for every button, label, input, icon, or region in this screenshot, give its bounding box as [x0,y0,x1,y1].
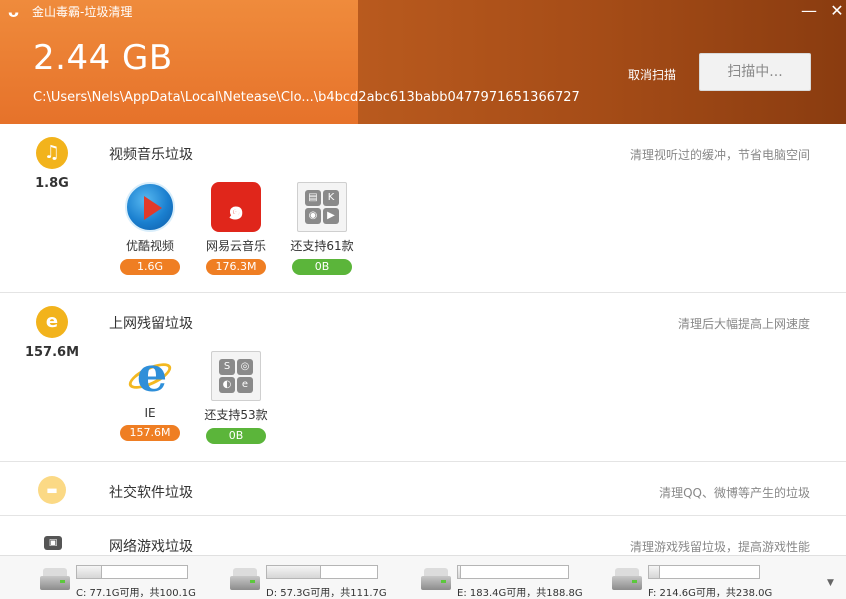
section-description: 清理QQ、微博等产生的垃圾 [659,486,810,500]
drive-usage-bar [457,565,569,579]
app-name: 还支持53款 [204,408,268,422]
app-item-ie[interactable]: e IE 157.6M [114,347,186,441]
app-name: IE [144,406,156,420]
app-size-badge: 176.3M [206,259,266,275]
hard-drive-icon [421,564,451,592]
section-video-music: ♫ 1.8G 视频音乐垃圾 清理视听过的缓冲，节省电脑空间 优酷视频 1.6G … [0,124,846,293]
app-logo-icon: ᴗ [8,2,19,21]
drive-usage-bar [648,565,760,579]
section-description: 清理视听过的缓冲，节省电脑空间 [629,148,810,162]
drive-label: E: 183.4G可用，共188.8G [457,588,583,599]
section-title: 上网残留垃圾 [109,316,193,332]
section-web-residue: e 157.6M 上网残留垃圾 清理后大幅提高上网速度 e IE 157.6M … [0,293,846,462]
scanning-button[interactable]: 扫描中... [699,53,811,91]
ie-icon: e [125,347,175,403]
app-item-more-web[interactable]: S ◎ ◐ e 还支持53款 0B [200,351,272,444]
header-panel: ᴗ 金山毒霸-垃圾清理 — ✕ 2.44 GB C:\Users\Nels\Ap… [0,0,846,124]
browser-icon: e [36,306,68,338]
app-item-more-video[interactable]: ▤ K ◉ ▶ 还支持61款 0B [286,182,358,275]
section-title: 网络游戏垃圾 [109,539,193,555]
youku-icon [125,182,175,232]
hard-drive-icon [612,564,642,592]
section-total-size: 1.8G [35,176,69,191]
section-total-size: 157.6M [24,345,80,360]
drive-label: D: 57.3G可用，共111.7G [266,588,387,599]
app-name: 还支持61款 [290,239,354,253]
window-title: 金山毒霸-垃圾清理 [32,5,133,19]
more-apps-icon: ▤ K ◉ ▶ [297,182,347,232]
section-title: 视频音乐垃圾 [109,147,193,163]
scroll-down-arrow-icon[interactable]: ▼ [827,578,834,588]
section-description: 清理游戏残留垃圾，提高游戏性能 [629,540,810,554]
chat-icon: ▬ [38,476,66,504]
app-item-netease-music[interactable]: ๑ 网易云音乐 176.3M [200,182,272,275]
gamepad-icon: ▣ [44,536,62,550]
current-scan-path: C:\Users\Nels\AppData\Local\Netease\Clo.… [33,90,580,105]
drive-usage-fill [649,566,660,578]
app-size-badge: 0B [292,259,352,275]
drive-label: F: 214.6G可用，共238.0G [648,588,773,599]
more-apps-icon: S ◎ ◐ e [211,351,261,401]
drive-usage-bar [266,565,378,579]
hard-drive-icon [40,564,70,592]
section-social: ▬ 社交软件垃圾 清理QQ、微博等产生的垃圾 [0,462,846,516]
total-junk-size: 2.44 GB [33,38,173,78]
drive-usage-fill [267,566,321,578]
minimize-button[interactable]: — [798,2,820,20]
drive-status-bar: C: 77.1G可用，共100.1G D: 57.3G可用，共111.7G E:… [0,555,846,599]
close-button[interactable]: ✕ [826,2,846,20]
app-name: 网易云音乐 [205,239,266,253]
section-description: 清理后大幅提高上网速度 [677,317,810,331]
music-icon: ♫ [36,137,68,169]
app-size-badge: 0B [206,428,266,444]
drive-usage-fill [458,566,462,578]
drive-label: C: 77.1G可用，共100.1G [76,588,196,599]
drive-usage-fill [77,566,103,578]
app-name: 优酷视频 [125,239,174,253]
section-games: ▣ 网络游戏垃圾 清理游戏残留垃圾，提高游戏性能 [0,516,846,556]
drive-usage-bar [76,565,188,579]
netease-music-icon: ๑ [211,182,261,232]
cancel-scan-link[interactable]: 取消扫描 [628,66,676,83]
app-size-badge: 157.6M [120,425,180,441]
app-size-badge: 1.6G [120,259,180,275]
section-title: 社交软件垃圾 [109,485,193,501]
app-item-youku[interactable]: 优酷视频 1.6G [114,182,186,275]
hard-drive-icon [230,564,260,592]
